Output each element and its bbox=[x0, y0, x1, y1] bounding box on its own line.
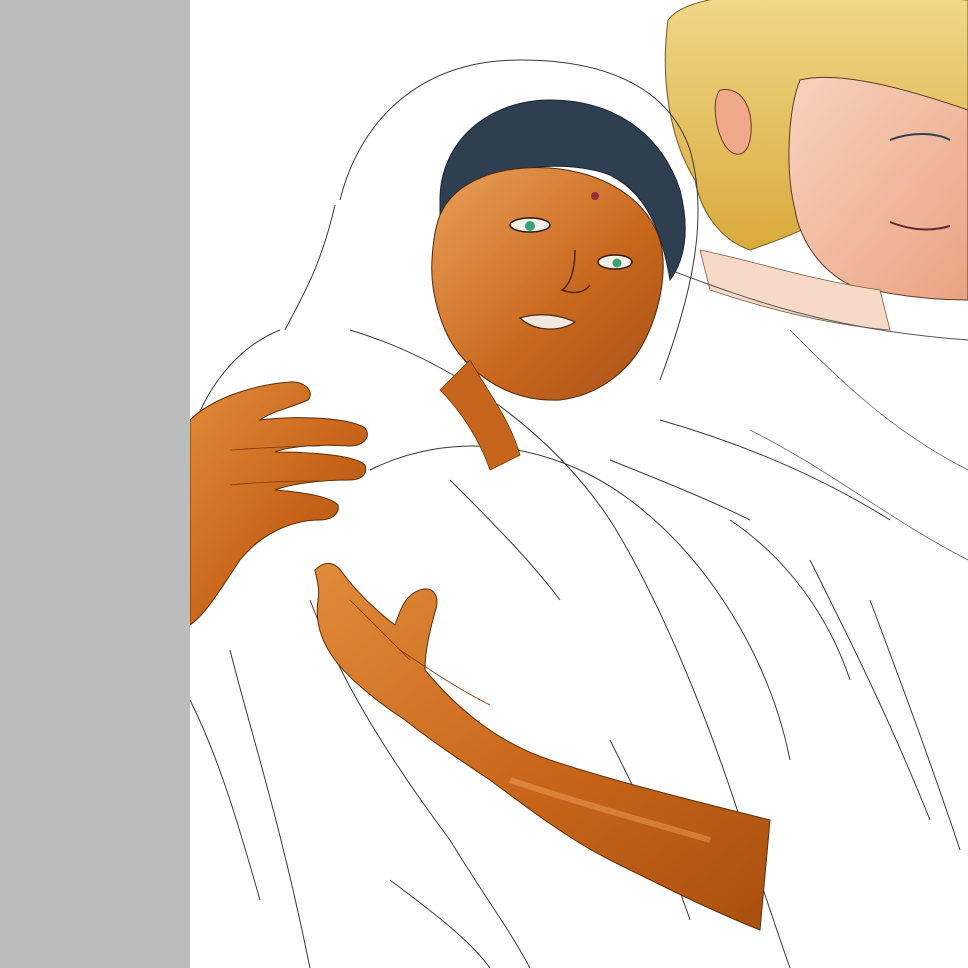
side-panel bbox=[0, 0, 190, 968]
drawing-canvas[interactable] bbox=[190, 0, 968, 968]
woman-bindi bbox=[591, 192, 599, 200]
man-face bbox=[788, 76, 968, 301]
artwork bbox=[190, 0, 968, 968]
man-figure bbox=[664, 0, 968, 561]
woman-left-iris bbox=[525, 221, 535, 231]
woman-right-iris bbox=[612, 258, 622, 268]
app-window bbox=[0, 0, 968, 968]
right-hand bbox=[314, 563, 771, 931]
